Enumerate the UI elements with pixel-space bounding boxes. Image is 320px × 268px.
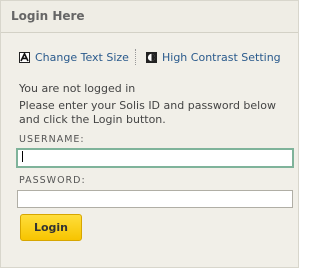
login-message: You are not logged in Please enter your … (19, 82, 294, 127)
text-size-icon (19, 51, 30, 63)
change-text-size-link[interactable]: Change Text Size (19, 49, 129, 65)
login-button[interactable]: Login (20, 214, 82, 241)
login-status-text: You are not logged in (19, 82, 136, 95)
username-input[interactable] (16, 148, 294, 168)
change-text-size-label: Change Text Size (35, 50, 129, 64)
username-label: USERNAME: (19, 134, 85, 145)
tools-divider (135, 49, 136, 65)
panel-header: Login Here (1, 1, 298, 33)
login-instructions: Please enter your Solis ID and password … (19, 99, 276, 126)
text-caret (22, 151, 23, 162)
high-contrast-label: High Contrast Setting (162, 50, 281, 64)
password-input[interactable] (17, 190, 293, 208)
high-contrast-link[interactable]: High Contrast Setting (146, 49, 281, 65)
panel-title: Login Here (11, 9, 85, 23)
password-label: PASSWORD: (19, 175, 86, 186)
login-panel: Login Here Change Text Size High Contras… (0, 0, 299, 268)
contrast-icon (146, 51, 157, 63)
